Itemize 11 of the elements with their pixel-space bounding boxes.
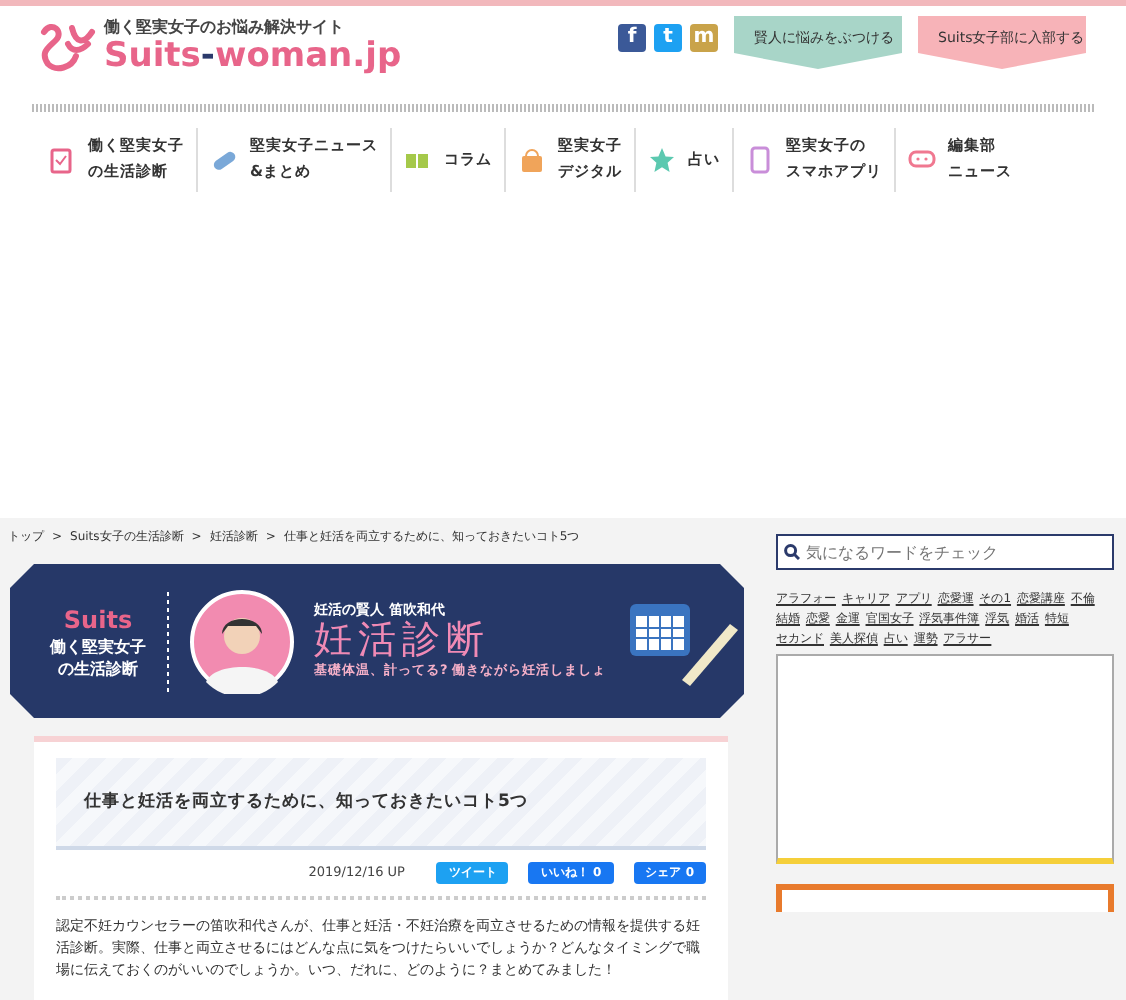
article-title: 仕事と妊活を両立するために、知っておきたいコト5つ xyxy=(56,758,706,850)
divider-line xyxy=(166,591,170,691)
banner-series: 働く堅実女子 xyxy=(50,638,146,659)
share-facebook-icon[interactable]: f xyxy=(618,24,646,52)
site-tagline: 働く堅実女子のお悩み解決サイト xyxy=(104,16,346,40)
site-logo[interactable]: Suits-woman.jp xyxy=(104,40,402,74)
banner-series: の生活診断 xyxy=(56,659,140,680)
banner-title: 妊活診断 xyxy=(314,620,492,663)
search-icon xyxy=(784,544,800,560)
banner-brand: Suits xyxy=(61,604,135,638)
search-field[interactable]: 気になるワードをチェック xyxy=(776,534,1114,570)
